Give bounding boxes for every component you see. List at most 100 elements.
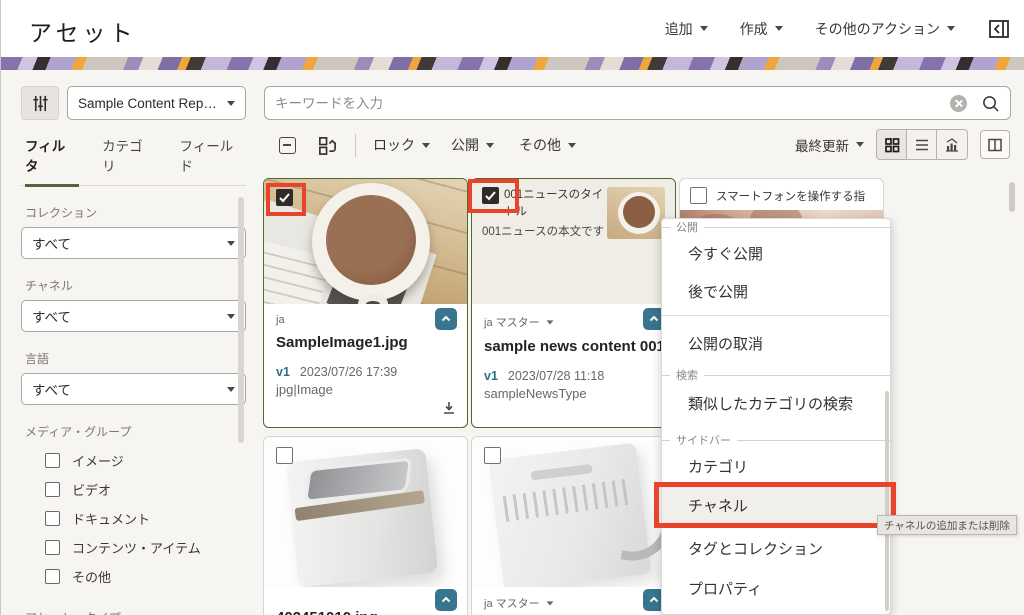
download-button[interactable] (441, 400, 457, 421)
page-title: アセット (29, 14, 137, 48)
asset-type-label-text: アセット・タイプ (25, 609, 121, 615)
chevron-down-icon (227, 101, 235, 106)
media-option-image[interactable]: イメージ (21, 446, 246, 475)
menu-item-categories[interactable]: カテゴリ (662, 448, 890, 484)
publish-menu-button[interactable]: 公開 (451, 135, 494, 155)
menu-item-tags-collections[interactable]: タグとコレクション (662, 530, 890, 566)
checkbox[interactable] (45, 540, 60, 555)
view-switcher (876, 129, 968, 160)
chevron-down-icon (546, 601, 553, 605)
card-checkbox[interactable] (482, 187, 499, 204)
preview-title: 001ニュースのタイトル (504, 187, 612, 222)
media-group-label: メディア・グループ (25, 423, 242, 440)
search-input[interactable] (275, 96, 950, 111)
repository-select-value: Sample Content Rep… (78, 96, 219, 111)
asset-thumbnail-washer (264, 437, 467, 587)
update-available-badge[interactable] (435, 308, 457, 330)
sort-menu-button[interactable]: 最終更新 (795, 135, 864, 155)
chevron-down-icon (227, 241, 235, 246)
asset-thumbnail-washer2 (472, 437, 675, 587)
menu-item-publish-now[interactable]: 今すぐ公開 (662, 235, 890, 271)
list-view-button[interactable] (907, 130, 937, 159)
move-items-icon (317, 135, 338, 156)
collapse-panel-button[interactable] (987, 17, 1011, 41)
move-items-button[interactable] (317, 135, 338, 156)
card-language[interactable]: ja マスター (484, 314, 540, 330)
clear-search-icon[interactable] (950, 95, 967, 112)
chevron-up-icon (648, 594, 660, 606)
card-checkbox[interactable] (484, 447, 501, 464)
card-checkbox[interactable] (276, 447, 293, 464)
analytics-view-button[interactable] (937, 130, 967, 159)
select-all-checkbox[interactable] (279, 137, 296, 154)
update-available-badge[interactable] (435, 589, 457, 611)
channel-select[interactable]: すべて (21, 300, 246, 332)
header-actions: 追加 作成 その他のアクション (665, 0, 1011, 57)
media-option-video[interactable]: ビデオ (21, 475, 246, 504)
card-version[interactable]: v1 (276, 365, 290, 379)
menu-scrollbar[interactable] (885, 391, 889, 611)
media-option-document[interactable]: ドキュメント (21, 504, 246, 533)
tab-field[interactable]: フィールド (180, 135, 246, 175)
chevron-down-icon (227, 387, 235, 392)
card-language[interactable]: ja マスター (484, 595, 540, 611)
menu-item-properties[interactable]: プロパティ (662, 570, 890, 606)
card-info: ja マスター sample news content 001 v1 2023/… (472, 304, 675, 401)
collection-select-value: すべて (32, 233, 227, 253)
collection-select[interactable]: すべて (21, 227, 246, 259)
media-option-other[interactable]: その他 (21, 562, 246, 591)
menu-section-search: 検索 (662, 367, 890, 383)
filter-sidebar: フィルタ カテゴリ フィールド コレクション すべて チャネル すべて 言語 す… (21, 135, 246, 615)
card-version[interactable]: v1 (484, 369, 498, 383)
media-option-content-item[interactable]: コンテンツ・アイテム (21, 533, 246, 562)
search-icon[interactable] (981, 94, 1000, 113)
menu-item-publish-later[interactable]: 後で公開 (662, 273, 890, 309)
check-icon (277, 190, 292, 205)
more-actions-menu-button[interactable]: その他のアクション (815, 19, 955, 39)
menu-item-channels[interactable]: チャネル (662, 485, 890, 525)
panel-collapse-icon (987, 17, 1011, 41)
context-menu: 公開 今すぐ公開 後で公開 公開の取消 検索 類似したカテゴリの検索 サイドバー… (661, 218, 891, 615)
asset-card-sampleimage1[interactable]: ja SampleImage1.jpg v1 2023/07/26 17:39 … (263, 178, 468, 428)
split-panel-button[interactable] (980, 130, 1010, 159)
card-checkbox[interactable] (690, 187, 707, 204)
menu-item-find-similar[interactable]: 類似したカテゴリの検索 (662, 385, 890, 421)
card-title: sample news content 001 (484, 338, 663, 355)
app-header: アセット 追加 作成 その他のアクション (1, 0, 1024, 57)
repository-select[interactable]: Sample Content Rep… (67, 86, 246, 120)
card-language: ja (276, 314, 455, 326)
tab-category[interactable]: カテゴリ (102, 135, 155, 175)
preview-thumbnail (607, 187, 665, 239)
filter-toggle-button[interactable] (21, 86, 59, 120)
lock-label: ロック (373, 135, 415, 155)
sidebar-tabs: フィルタ カテゴリ フィールド (21, 135, 246, 186)
grid-view-button[interactable] (877, 130, 907, 159)
chevron-down-icon (700, 26, 708, 31)
language-label: 言語 (25, 350, 242, 367)
channels-tooltip: チャネルの追加または削除 (877, 515, 1017, 535)
language-select[interactable]: すべて (21, 373, 246, 405)
checkbox[interactable] (45, 569, 60, 584)
checkbox[interactable] (45, 482, 60, 497)
tab-filter[interactable]: フィルタ (25, 135, 78, 175)
more-menu-button[interactable]: その他 (519, 135, 576, 155)
asset-card-sample-news[interactable]: 001ニュースのタイトル 001ニュースの本文です ja マスター sample… (471, 178, 676, 428)
card-checkbox[interactable] (276, 189, 293, 206)
chevron-down-icon (422, 143, 430, 148)
asset-card-402808012[interactable]: ja マスター 402808012_001.jpg (471, 436, 676, 615)
create-menu-button[interactable]: 作成 (740, 19, 783, 39)
content-scrollbar[interactable] (1009, 182, 1015, 212)
menu-item-unpublish[interactable]: 公開の取消 (662, 325, 890, 361)
chevron-up-icon (648, 313, 660, 325)
card-format: jpg|Image (276, 382, 455, 397)
menu-divider (662, 315, 890, 316)
checkbox[interactable] (45, 453, 60, 468)
sidebar-scrollbar[interactable] (238, 197, 244, 443)
view-controls: 最終更新 (795, 129, 1010, 160)
lock-menu-button[interactable]: ロック (373, 135, 430, 155)
checkbox[interactable] (45, 511, 60, 526)
chevron-down-icon (227, 314, 235, 319)
chevron-down-icon (546, 320, 553, 324)
add-menu-button[interactable]: 追加 (665, 19, 708, 39)
asset-card-402451010[interactable]: 402451010.jpg (263, 436, 468, 615)
